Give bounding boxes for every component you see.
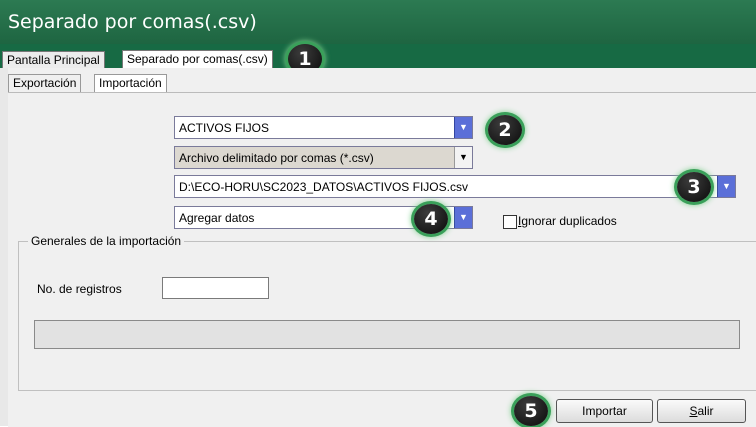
chevron-down-icon[interactable]: ▼ — [454, 117, 472, 138]
exit-label-rest: alir — [697, 404, 714, 418]
tab-pantalla-principal[interactable]: Pantalla Principal — [2, 51, 105, 68]
mode-select-value: Agregar datos — [179, 211, 255, 225]
main-tab-strip — [0, 44, 756, 68]
filetype-select-value: Archivo delimitado por comas (*.csv) — [179, 151, 374, 165]
chevron-down-icon[interactable]: ▼ — [454, 147, 472, 168]
title-bar: Separado por comas(.csv) — [0, 0, 756, 44]
import-button[interactable]: Importar — [556, 399, 653, 423]
callout-badge-4: 4 — [414, 204, 448, 234]
import-progress-bar — [34, 320, 740, 349]
group-title: Generales de la importación — [28, 234, 185, 248]
import-general-group — [18, 241, 756, 391]
ignore-duplicates-label-rest: gnorar duplicados — [521, 214, 617, 228]
category-select[interactable]: ACTIVOS FIJOS ▼ — [174, 116, 473, 139]
path-select[interactable]: D:\ECO-HORU\SC2023_DATOS\ACTIVOS FIJOS.c… — [174, 175, 736, 198]
tab-exportacion[interactable]: Exportación — [8, 74, 82, 92]
exit-button[interactable]: Salir — [657, 399, 746, 423]
records-field[interactable] — [162, 277, 269, 299]
chevron-down-icon[interactable]: ▼ — [717, 176, 735, 197]
callout-badge-5: 5 — [514, 396, 548, 426]
left-edge — [0, 68, 8, 426]
path-select-value: D:\ECO-HORU\SC2023_DATOS\ACTIVOS FIJOS.c… — [179, 180, 468, 194]
tab-importacion[interactable]: Importación — [94, 74, 167, 92]
category-select-value: ACTIVOS FIJOS — [179, 121, 270, 135]
chevron-down-icon[interactable]: ▼ — [454, 207, 472, 228]
window-title: Separado por comas(.csv) — [8, 11, 257, 33]
ignore-duplicates-label[interactable]: Ignorar duplicados — [518, 214, 617, 228]
ignore-duplicates-checkbox[interactable] — [503, 215, 517, 229]
callout-badge-2: 2 — [488, 115, 522, 145]
callout-badge-3: 3 — [677, 172, 711, 202]
exit-mnemonic: S — [689, 404, 698, 418]
filetype-select[interactable]: Archivo delimitado por comas (*.csv) ▼ — [174, 146, 473, 169]
records-label: No. de registros — [37, 282, 122, 296]
tab-separado-por-comas[interactable]: Separado por comas(.csv) — [122, 50, 273, 69]
